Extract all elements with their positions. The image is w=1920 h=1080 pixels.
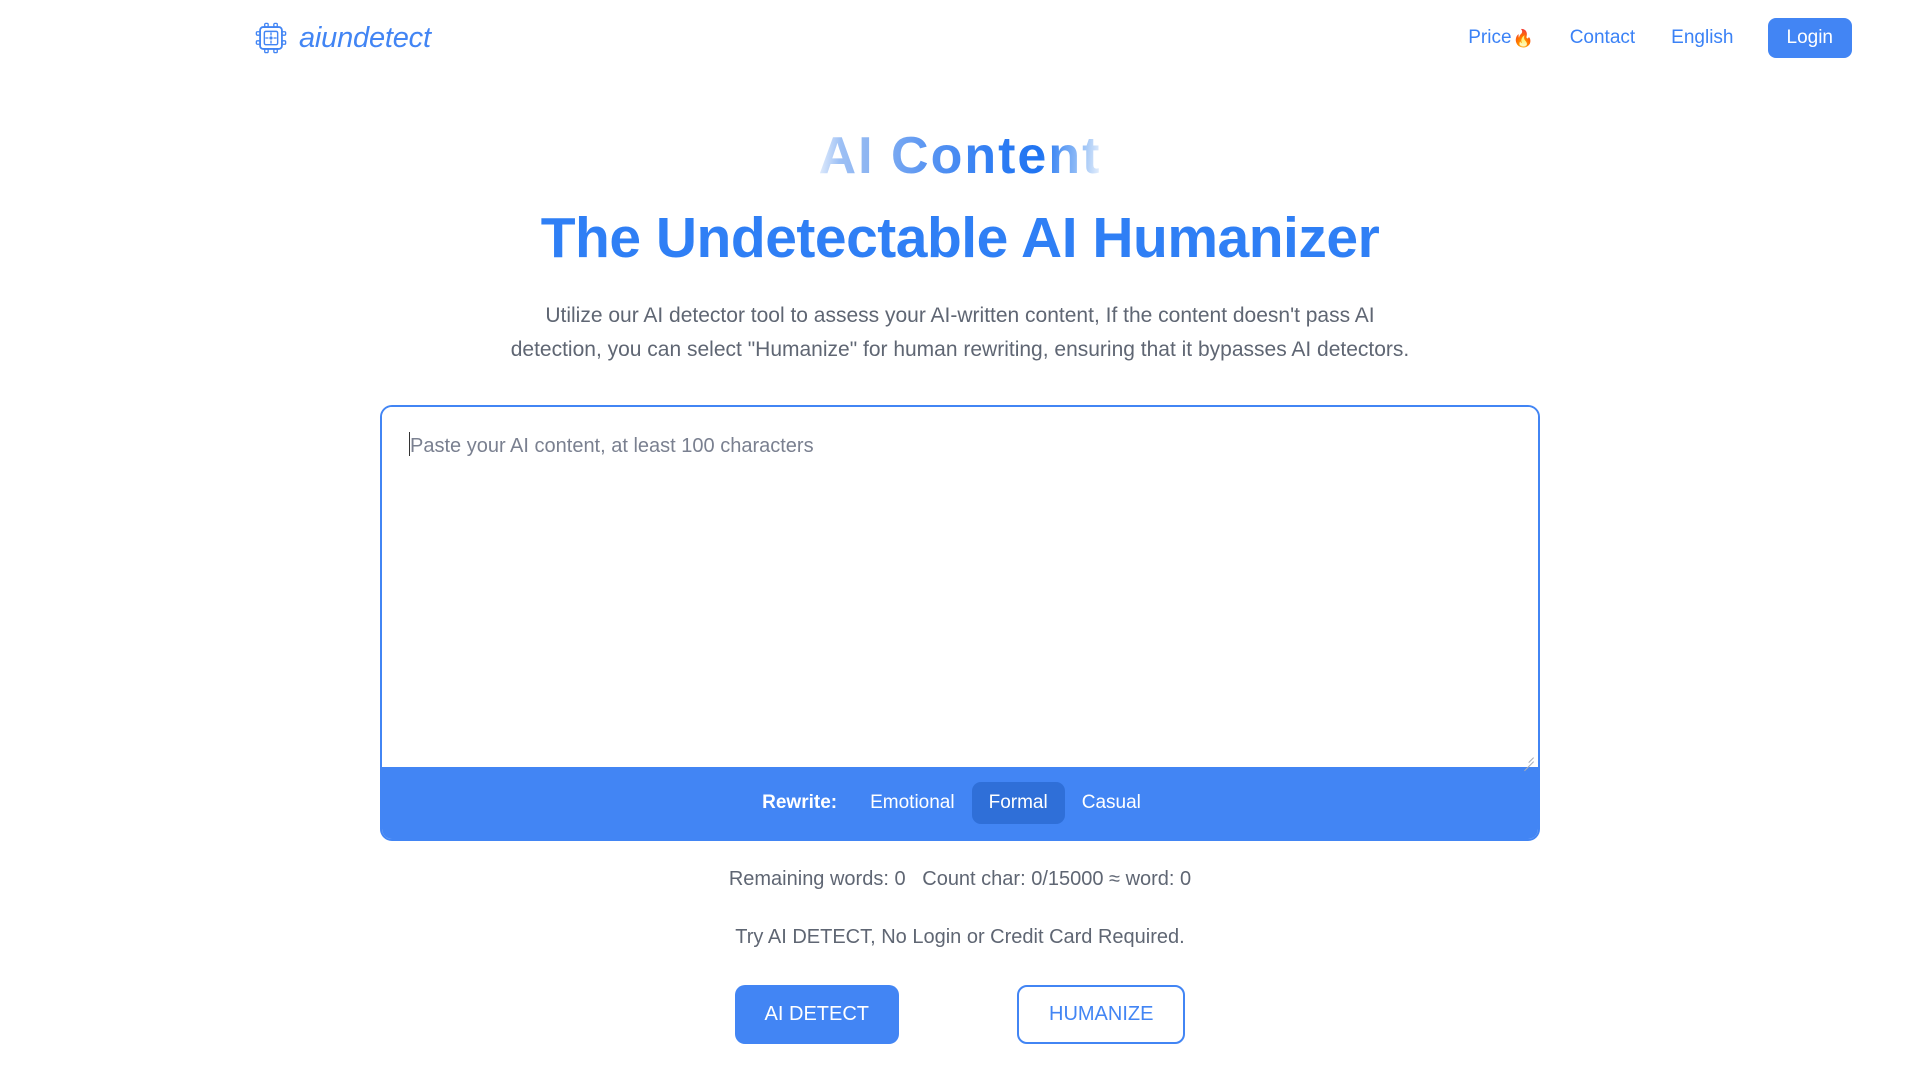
try-note: Try AI DETECT, No Login or Credit Card R…: [735, 926, 1185, 949]
login-button[interactable]: Login: [1767, 18, 1852, 58]
editor-card: Rewrite: Emotional Formal Casual: [380, 405, 1540, 842]
nav-item-price[interactable]: Price 🔥: [1450, 27, 1551, 49]
brand-logo[interactable]: aiundetect: [252, 19, 431, 57]
counter-status: Remaining words: 0 Count char: 0/15000 ≈…: [728, 868, 1192, 891]
cpu-chip-crosshair-icon: [252, 19, 290, 57]
editor-section: Rewrite: Emotional Formal Casual Remaini…: [380, 405, 1540, 1045]
nav-item-contact[interactable]: Contact: [1552, 27, 1653, 49]
site-header: aiundetect Price 🔥 Contact English Login: [0, 0, 1920, 76]
page-title: The Undetectable AI Humanizer: [540, 206, 1380, 271]
editor-input-area[interactable]: [382, 407, 1538, 768]
tone-option-casual[interactable]: Casual: [1065, 782, 1158, 825]
action-buttons: AI DETECT HUMANIZE: [380, 985, 1540, 1045]
hero-description: Utilize our AI detector tool to assess y…: [510, 304, 1410, 362]
tone-option-formal[interactable]: Formal: [971, 781, 1065, 825]
humanize-button[interactable]: HUMANIZE: [1017, 985, 1186, 1045]
nav-item-price-label: Price: [1468, 27, 1512, 48]
nav-item-english[interactable]: English: [1653, 27, 1751, 49]
content-textarea[interactable]: [382, 407, 1538, 768]
rewrite-toolbar: Rewrite: Emotional Formal Casual: [382, 767, 1538, 840]
brand-name: aiundetect: [299, 21, 431, 54]
hero-section: AI Content The Undetectable AI Humanizer…: [0, 76, 1920, 367]
hero-eyebrow: AI Content: [818, 127, 1102, 185]
ai-detect-button[interactable]: AI DETECT: [734, 985, 899, 1045]
tone-option-emotional[interactable]: Emotional: [853, 782, 972, 825]
fire-emoji-icon: 🔥: [1512, 28, 1534, 48]
main-nav: Price 🔥 Contact English Login: [1450, 18, 1852, 58]
rewrite-label: Rewrite:: [762, 792, 838, 814]
text-caret: [409, 432, 410, 457]
